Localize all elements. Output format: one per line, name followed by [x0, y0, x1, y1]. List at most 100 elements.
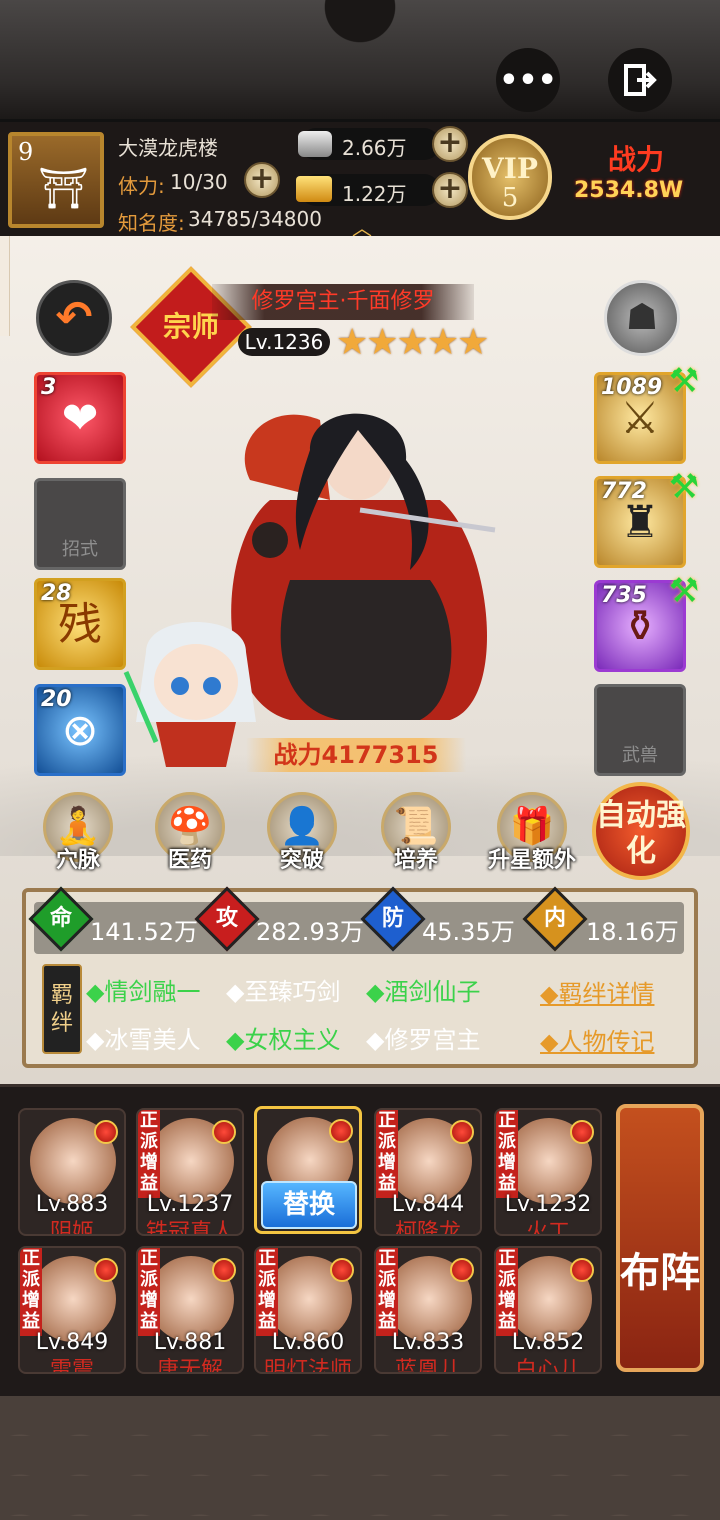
hero-name-ribbon: 修罗宫主·千面修罗	[212, 284, 474, 320]
total-power-value: 2534.8W	[574, 178, 684, 203]
formation-button[interactable]: 布阵	[616, 1104, 704, 1372]
silver-value: 2.66万	[342, 136, 407, 160]
righteous-bonus-ribbon: 正派增益	[138, 1110, 160, 1198]
bond-item: ◆酒剑仙子	[366, 978, 481, 1006]
roster-name: 柯降龙	[394, 1220, 461, 1236]
total-power-label: 战力	[608, 143, 665, 176]
vip-level: 5	[501, 183, 519, 213]
skill-slot-1[interactable]: ❤ 3	[34, 372, 126, 464]
roster-card[interactable]: 正派增益 Lv.1232 火工	[494, 1108, 602, 1236]
roster-card[interactable]: 正派增益 Lv.833 蓝凰儿	[374, 1246, 482, 1374]
beast-slot[interactable]: 武兽	[594, 684, 686, 776]
stamina-label: 体力:	[118, 174, 165, 198]
vip-badge[interactable]: VIP 5	[468, 134, 552, 220]
status-dot-icon	[94, 1120, 118, 1144]
total-power: 战力 2534.8W	[568, 138, 716, 218]
orb-slot[interactable]: ⊗ 20	[34, 684, 126, 776]
roster-card-selected[interactable]: 替换	[254, 1106, 362, 1234]
roster-name: 阴姬	[49, 1220, 94, 1236]
roof-header	[0, 0, 720, 122]
accessory-level: 735	[601, 583, 647, 608]
bond-item: ◆至臻巧剑	[226, 978, 341, 1006]
status-dot-icon	[570, 1258, 594, 1282]
add-stamina-button[interactable]: +	[244, 162, 280, 198]
roster-name: 唐无解	[156, 1358, 223, 1374]
feature-label: 培养	[393, 848, 438, 873]
righteous-bonus-ribbon: 正派增益	[138, 1248, 160, 1336]
roster-card[interactable]: 正派增益 Lv.860 明灯法师	[254, 1246, 362, 1374]
roof-ornament	[300, 0, 420, 70]
hp-key: 命	[49, 906, 72, 931]
feature-medicine[interactable]: 🍄 医药	[150, 792, 230, 878]
hero-level: Lv.1236	[238, 328, 330, 356]
attack-key: 攻	[215, 906, 238, 931]
bond-item: ◆修罗宫主	[366, 1026, 481, 1054]
bond-item: ◆冰雪美人	[86, 1026, 201, 1054]
inner-value: 18.16万	[586, 918, 679, 946]
defense-value: 45.35万	[422, 918, 515, 946]
exit-icon	[624, 64, 657, 96]
roster-card[interactable]: 正派增益 Lv.881 唐无解	[136, 1246, 244, 1374]
roster-name: 铁冠真人	[145, 1220, 234, 1236]
feature-label: 突破	[279, 848, 324, 873]
manual-slot[interactable]: 残 28	[34, 578, 126, 670]
feature-star-up[interactable]: 🎁 升星额外	[480, 792, 584, 878]
status-dot-icon	[212, 1258, 236, 1282]
feature-label: 穴脉	[55, 848, 100, 873]
upgrade-hammer-icon[interactable]: ⚒	[664, 574, 704, 610]
beast-slot-label: 武兽	[622, 745, 658, 766]
gold-value: 1.22万	[342, 182, 407, 206]
guild-badge[interactable]: 9 ⛩	[8, 132, 104, 228]
add-silver-button[interactable]: +	[432, 126, 468, 162]
hero-stars: ★★★★★	[336, 322, 489, 363]
status-dot-icon	[329, 1119, 353, 1143]
roster-card[interactable]: 正派增益 Lv.1237 铁冠真人	[136, 1108, 244, 1236]
righteous-bonus-ribbon: 正派增益	[496, 1248, 518, 1336]
righteous-bonus-ribbon: 正派增益	[496, 1110, 518, 1198]
attack-value: 282.93万	[256, 918, 364, 946]
hp-value: 141.52万	[90, 918, 198, 946]
manual-slot-count: 28	[41, 581, 72, 606]
helmet-icon: ☗	[625, 297, 659, 338]
orb-slot-count: 20	[41, 687, 72, 712]
bond-details-link[interactable]: ◆羁绊详情	[540, 974, 654, 1009]
defense-key: 防	[381, 906, 404, 931]
status-dot-icon	[330, 1258, 354, 1282]
roster-name: 白心儿	[514, 1358, 581, 1374]
roster-name: 蓝凰儿	[394, 1358, 461, 1374]
auto-enhance-button[interactable]: 自动强化	[592, 782, 690, 880]
feature-breakthrough[interactable]: 👤 突破	[262, 792, 342, 878]
righteous-bonus-ribbon: 正派增益	[20, 1248, 42, 1336]
righteous-bonus-ribbon: 正派增益	[256, 1248, 278, 1336]
skill-slot-1-count: 3	[41, 375, 57, 400]
righteous-bonus-ribbon: 正派增益	[376, 1110, 398, 1198]
roster-name: 雷震	[49, 1358, 94, 1374]
swap-button[interactable]: 替换	[261, 1181, 357, 1229]
feature-train[interactable]: 📜 培养	[376, 792, 456, 878]
guild-level: 9	[18, 138, 34, 166]
appearance-button[interactable]: ☗	[604, 280, 680, 356]
armor-level: 772	[601, 479, 647, 504]
exit-button[interactable]	[608, 48, 672, 112]
roster-card[interactable]: Lv.883 阴姬	[18, 1108, 126, 1236]
roster-card[interactable]: 正派增益 Lv.844 柯降龙	[374, 1108, 482, 1236]
more-button[interactable]: •••	[496, 48, 560, 112]
upgrade-hammer-icon[interactable]: ⚒	[664, 470, 704, 506]
righteous-bonus-ribbon: 正派增益	[376, 1248, 398, 1336]
status-dot-icon	[450, 1120, 474, 1144]
skill-slot-empty[interactable]: 招式	[34, 478, 126, 570]
bond-item: ◆女权主义	[226, 1026, 341, 1054]
back-arrow-icon: ↶	[55, 292, 93, 343]
back-button[interactable]: ↶	[36, 280, 112, 356]
upgrade-hammer-icon[interactable]: ⚒	[664, 364, 704, 400]
feature-label: 升星额外	[487, 848, 576, 873]
gold-icon	[296, 176, 332, 202]
status-dot-icon	[94, 1258, 118, 1282]
side-tab	[0, 236, 10, 336]
roster-card[interactable]: 正派增益 Lv.852 白心儿	[494, 1246, 602, 1374]
add-gold-button[interactable]: +	[432, 172, 468, 208]
feature-meridian[interactable]: 🧘 穴脉	[38, 792, 118, 878]
roster-card[interactable]: 正派增益 Lv.849 雷震	[18, 1246, 126, 1374]
biography-link[interactable]: ◆人物传记	[540, 1022, 654, 1057]
roster-name: 火工	[525, 1220, 570, 1236]
